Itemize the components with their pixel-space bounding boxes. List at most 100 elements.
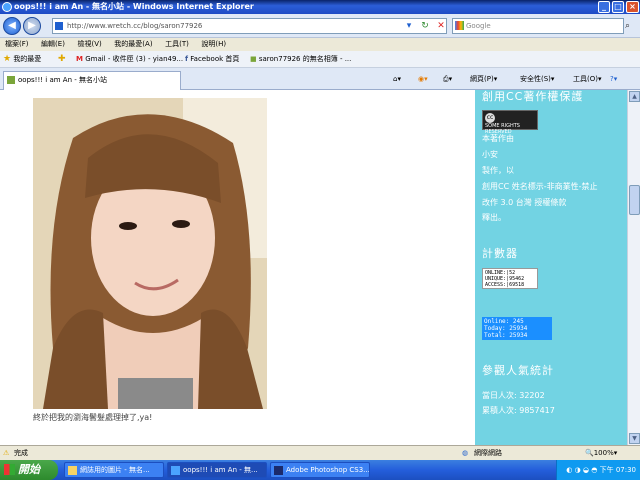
menu-bar: 檔案(F) 編輯(E) 檢視(V) 我的最愛(A) 工具(T) 說明(H): [0, 38, 640, 51]
menu-favorites[interactable]: 我的最愛(A): [109, 38, 157, 51]
close-button[interactable]: ×: [626, 1, 639, 13]
post-caption: 終於把我的瀏海鬢髮處理掉了,ya!: [33, 413, 153, 422]
wretch-icon: ■: [250, 55, 257, 63]
cc-badge[interactable]: cc SOME RIGHTS RESERVED: [482, 110, 538, 135]
menu-tools[interactable]: 工具(T): [160, 38, 194, 51]
folder-icon: [68, 466, 77, 475]
cc-line: 釋出。: [482, 213, 506, 222]
menu-help[interactable]: 說明(H): [196, 38, 231, 51]
address-toolbar: ◀ ▶ http://www.wretch.cc/blog/saron77926…: [0, 14, 640, 38]
address-input[interactable]: http://www.wretch.cc/blog/saron77926: [52, 18, 447, 34]
windows-flag-icon: [4, 464, 15, 475]
fav-link-facebook[interactable]: f Facebook 首頁: [185, 54, 239, 65]
tab-current[interactable]: oops!!! i am An - 無名小站: [3, 71, 181, 90]
add-favorite-icon[interactable]: ✚: [58, 54, 66, 65]
clock: 下午 07:30: [599, 466, 636, 474]
rss-icon[interactable]: ◉▾: [418, 73, 428, 85]
refresh-icon[interactable]: ↻: [418, 19, 432, 33]
window-titlebar: oops!!! i am An - 無名小站 - Windows Interne…: [0, 0, 640, 14]
cc-author-link[interactable]: 小安: [482, 149, 498, 160]
task-label: oops!!! i am An - 無...: [183, 466, 258, 474]
start-label: 開始: [18, 463, 40, 476]
tab-bar: oops!!! i am An - 無名小站 ⌂▾ ◉▾ ⎙▾ 網頁(P)▾ 安…: [0, 68, 640, 90]
minimize-button[interactable]: _: [598, 1, 610, 13]
scroll-thumb[interactable]: [629, 185, 640, 215]
system-tray: ◐ ◑ ◒ ◓ 下午 07:30: [556, 460, 640, 480]
google-icon: [455, 21, 464, 30]
back-button[interactable]: ◀: [3, 17, 21, 35]
cc-license-link[interactable]: 創用CC 姓名標示-非商業性-禁止: [482, 181, 598, 192]
cc-heading: 創用CC著作權保護: [482, 90, 584, 103]
total-visits: 累積人次: 9857417: [482, 406, 555, 415]
warning-icon: ⚠: [3, 449, 10, 457]
start-button[interactable]: 開始: [0, 460, 58, 480]
facebook-icon: f: [185, 55, 189, 63]
taskbar: 開始 網誌用的圖片 - 無名... oops!!! i am An - 無...…: [0, 460, 640, 480]
portrait-illustration: [33, 98, 267, 409]
help-icon[interactable]: ?▾: [610, 73, 617, 85]
task-label: 網誌用的圖片 - 無名...: [80, 466, 150, 474]
zoom-control[interactable]: 🔍100%▾: [585, 446, 617, 460]
fav-link-label: Gmail - 收件匣 (3) - yian49...: [85, 55, 184, 63]
cc-logo-icon: cc: [485, 113, 495, 123]
fav-link-label: Facebook 首頁: [190, 55, 240, 63]
gmail-icon: M: [76, 55, 83, 63]
fav-link-label: saron77926 的無名相簿 - ...: [258, 55, 352, 63]
tools-menu[interactable]: 工具(O)▾: [573, 73, 602, 85]
zoom-value: 100%: [593, 449, 614, 457]
search-placeholder: Google: [466, 22, 491, 30]
fav-link-gmail[interactable]: M Gmail - 收件匣 (3) - yian49...: [76, 54, 183, 65]
taskbar-item-folder[interactable]: 網誌用的圖片 - 無名...: [64, 462, 164, 478]
safety-menu[interactable]: 安全性(S)▾: [520, 73, 554, 85]
favorites-bar: ★ 我的最愛 ✚ M Gmail - 收件匣 (3) - yian49... f…: [0, 51, 640, 68]
taskbar-item-photoshop[interactable]: Adobe Photoshop CS3...: [270, 462, 370, 478]
scroll-down-icon[interactable]: ▼: [629, 433, 640, 444]
today-visits: 當日人次: 32202: [482, 391, 545, 400]
counter-line: Online: 245: [484, 318, 524, 325]
address-url: http://www.wretch.cc/blog/saron77926: [67, 22, 203, 30]
search-icon[interactable]: ⌕: [625, 19, 639, 33]
home-icon[interactable]: ⌂▾: [393, 73, 401, 85]
tab-label: oops!!! i am An - 無名小站: [18, 76, 108, 84]
maximize-button[interactable]: □: [612, 1, 624, 13]
scroll-up-icon[interactable]: ▲: [629, 91, 640, 102]
star-icon: ★: [3, 54, 12, 64]
stats-heading: 參觀人氣統計: [482, 364, 554, 377]
cc-line: 製作，以: [482, 166, 514, 175]
tools-menu-label: 工具(O): [573, 75, 598, 83]
page-menu[interactable]: 網頁(P)▾: [470, 73, 497, 85]
window-title: oops!!! i am An - 無名小站 - Windows Interne…: [14, 2, 254, 11]
counter-line: Total: 25934: [484, 332, 528, 339]
internet-zone-icon: ◍: [462, 449, 469, 457]
page-menu-label: 網頁(P): [470, 75, 494, 83]
zone-label: 網際網路: [474, 449, 502, 457]
blog-sidebar: 創用CC著作權保護 cc SOME RIGHTS RESERVED 本著作由 小…: [475, 90, 627, 445]
cc-license-link[interactable]: 改作 3.0 台灣 授權條款: [482, 197, 566, 208]
fav-link-album[interactable]: ■ saron77926 的無名相簿 - ...: [250, 54, 351, 65]
dropdown-icon[interactable]: ▾: [402, 19, 416, 33]
ie-icon: [171, 466, 180, 475]
ie-icon: [2, 2, 12, 12]
status-bar: ⚠ 完成 ◍ 網際網路 🔍100%▾: [0, 445, 640, 460]
favorites-button[interactable]: ★ 我的最愛: [3, 54, 41, 65]
stop-icon[interactable]: ✕: [434, 19, 448, 33]
counter-line: Today: 25934: [484, 325, 528, 332]
post-photo: [33, 98, 267, 409]
search-input[interactable]: Google ⌕: [452, 18, 630, 34]
taskbar-item-ie[interactable]: oops!!! i am An - 無...: [167, 462, 267, 478]
counter-line: ACCESS:|69518: [485, 282, 525, 288]
vertical-scrollbar[interactable]: ▲ ▼: [627, 90, 640, 445]
favorites-label: 我的最愛: [13, 55, 42, 63]
tray-icons: ◐ ◑ ◒ ◓: [566, 466, 600, 474]
safety-menu-label: 安全性(S): [520, 75, 551, 83]
forward-button[interactable]: ▶: [23, 17, 41, 35]
status-text: 完成: [14, 449, 28, 457]
online-counter-widget[interactable]: Online: 245 Today: 25934 Total: 25934: [482, 317, 552, 340]
menu-file[interactable]: 檔案(F): [0, 38, 34, 51]
menu-view[interactable]: 檢視(V): [72, 38, 106, 51]
menu-edit[interactable]: 編輯(E): [36, 38, 70, 51]
cc-line: 本著作由: [482, 134, 514, 143]
print-icon[interactable]: ⎙▾: [443, 73, 452, 85]
page-content: 終於把我的瀏海鬢髮處理掉了,ya! 創用CC著作權保護 cc SOME RIGH…: [0, 90, 627, 445]
counter-widget[interactable]: ONLINE:|52 UNIQUE:|95462 ACCESS:|69518: [482, 268, 538, 289]
